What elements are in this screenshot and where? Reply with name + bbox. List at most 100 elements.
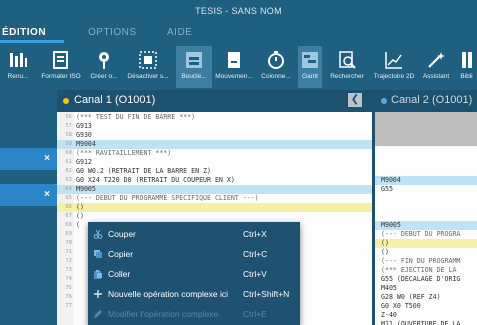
code-line[interactable]: () [375,239,477,248]
line-number: 60 [65,150,72,156]
line-number: 68 [65,222,72,228]
code-line[interactable]: G55 (DECALAGE D'ORIG [375,275,477,284]
line-code: M9005 [381,221,401,229]
create-origin-button[interactable]: Créer o... [86,46,122,88]
channel-list-panel: × × [0,90,57,325]
line-number: 66 [65,204,72,210]
menu-bar: ÉDITION OPTIONS AIDE [0,22,477,44]
context-menu: Couper Ctrl+X Copier Ctrl+C Coller Ctrl+… [88,222,300,325]
tab-edition[interactable]: ÉDITION [2,27,46,38]
code-line[interactable]: 66 () [57,203,372,212]
code-line[interactable]: (--- DEBUT DU PROGRA [375,230,477,239]
line-number: 62 [65,168,72,174]
channel-list-item[interactable]: × [0,148,57,170]
trajectory-2d-button[interactable]: Trajectoire 2D [372,46,416,88]
wand-icon [428,52,445,68]
code-line[interactable]: 59 M9004 [57,140,372,149]
channel-list-item[interactable]: × [0,184,57,206]
code-line[interactable]: 67 () [57,212,372,221]
deactivate-icon [139,51,157,69]
line-code: (--- DEBUT DU PROGRAMME SPECIFIQUE CLIEN… [76,194,259,202]
line-number: 71 [65,249,72,255]
code-line[interactable]: () [375,248,477,257]
line-code: M11 (OUVERTURE DE LA [381,320,461,325]
line-number: 61 [65,159,72,165]
collapse-button[interactable]: ❮ [348,93,362,107]
menu-item-paste[interactable]: Coller Ctrl+V [88,264,300,284]
code-line[interactable]: M405 [375,284,477,293]
active-tab-indicator [0,40,64,43]
menu-item-cut[interactable]: Couper Ctrl+X [88,224,300,244]
line-code: (*** RAVITAILLEMENT ***) [76,149,172,157]
line-number: 57 [65,123,72,129]
line-number: 58 [65,132,72,138]
library-button[interactable]: Bibli [456,46,477,88]
line-code: (--- FIN DU PROGRAMM [381,257,461,265]
code-line[interactable]: M9004 [375,176,477,185]
code-line[interactable]: G28 W0 (REF Z4) [375,293,477,302]
code-line[interactable]: M9005 [375,221,477,230]
code-line[interactable]: 64 M9005 [57,185,372,194]
column-button[interactable]: Colonne... [256,46,296,88]
gantt-button[interactable]: Gantt [298,46,322,88]
tab-options[interactable]: OPTIONS [88,27,137,38]
code-line[interactable]: M11 (OUVERTURE DE LA [375,320,477,325]
trajectory-icon [385,52,402,69]
code-line[interactable]: G55 [375,185,477,194]
line-code: G0 X24 T220 D0 (RETRAIT DU COUPEUR EN X) [76,176,235,184]
code-line[interactable]: (--- FIN DU PROGRAMM [375,257,477,266]
code-line[interactable]: 58 G930 [57,131,372,140]
assistant-button[interactable]: Assistant [418,46,454,88]
window-title: TESIS - SANS NOM [195,6,282,16]
movement-icon [228,52,240,68]
menu-item-new-complex-operation[interactable]: Nouvelle opération complexe ici Ctrl+Shi… [88,284,300,304]
gantt-icon [302,52,318,68]
code-line[interactable]: 61 G912 [57,158,372,167]
code-line[interactable]: 63 G0 X24 T220 D0 (RETRAIT DU COUPEUR EN … [57,176,372,185]
code-line[interactable]: 56 (*** TEST DU FIN DE BARRE ***) [57,113,372,122]
editor-title: Canal 1 (O1001) [74,94,156,106]
code-line[interactable]: 62 G0 W0.2 (RETRAIT DE LA BARRE EN Z) [57,167,372,176]
line-code: M9004 [381,176,401,184]
line-code: M9004 [76,140,96,148]
search-icon [339,51,356,69]
code-line[interactable]: 65 (--- DEBUT DU PROGRAMME SPECIFIQUE CLI… [57,194,372,203]
tab-aide[interactable]: AIDE [167,27,192,38]
menu-item-edit-complex-operation: Modifier l'opération complexe Ctrl+E [88,304,300,324]
loop-button[interactable]: Boucle... [176,46,212,88]
line-code: G0 X0 T500 [381,302,421,310]
line-code: () [76,212,84,220]
loop-icon [186,52,202,68]
menu-item-copy[interactable]: Copier Ctrl+C [88,244,300,264]
code-line[interactable]: Z-40 [375,311,477,320]
movement-button[interactable]: Mouvemen... [214,46,254,88]
editor-header: Canal 1 (O1001) ❮ [57,90,372,112]
renumber-button[interactable]: Renu... [0,46,36,88]
line-code: G912 [76,158,92,166]
code-editor-channel-2[interactable]: Canal 2 (O1001) M9004 G55 M9005 (--- DEBUT … [372,90,477,325]
paste-icon [94,270,102,279]
format-iso-icon [53,51,68,69]
code-line[interactable]: 57 G913 [57,122,372,131]
search-button[interactable]: Rechercher [326,46,368,88]
line-number: 77 [65,303,72,309]
code-line[interactable]: G0 X0 T500 [375,302,477,311]
line-number: 65 [65,195,72,201]
code-line[interactable]: (*** EJECTION DE LA [375,266,477,275]
cut-icon [93,229,103,239]
editor-header: Canal 2 (O1001) [375,90,477,112]
line-number: 75 [65,285,72,291]
line-code: () [76,203,84,211]
line-number: 59 [65,141,72,147]
line-number: 73 [65,267,72,273]
create-origin-icon [99,52,109,69]
close-icon[interactable]: × [44,153,50,164]
deactivate-button[interactable]: Désactiver s... [124,46,172,88]
line-number: 74 [65,276,72,282]
pencil-icon [94,310,102,318]
close-icon[interactable]: × [44,189,50,200]
code-line[interactable]: 60 (*** RAVITAILLEMENT ***) [57,149,372,158]
line-code: G930 [76,131,92,139]
format-iso-button[interactable]: Formater ISO [38,46,84,88]
copy-icon [94,250,102,258]
